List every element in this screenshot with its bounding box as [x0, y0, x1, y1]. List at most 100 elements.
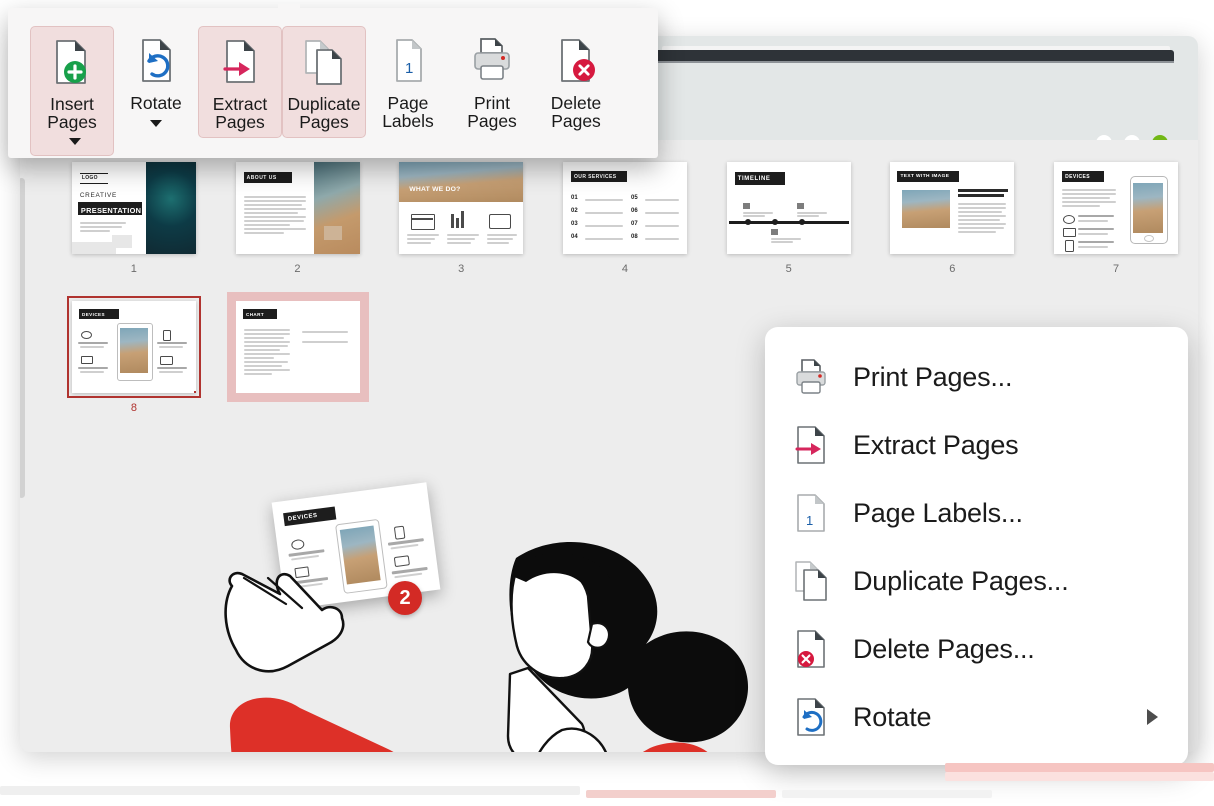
- menu-item-duplicate-pages[interactable]: Duplicate Pages...: [765, 547, 1188, 615]
- chevron-down-icon[interactable]: [68, 138, 81, 146]
- page-tools-ribbon: Insert Pages Rotate Extract Pages Duplic…: [8, 4, 658, 158]
- thumbnail-page-2[interactable]: ABOUT US 2: [216, 162, 380, 275]
- thumbnail-frame[interactable]: TEXT WITH IMAGE: [890, 162, 1015, 254]
- printer-icon: [469, 34, 515, 90]
- ribbon-label-line1: Extract: [212, 94, 268, 114]
- thumb-title: TEXT WITH IMAGE: [900, 174, 950, 179]
- thumbnail-frame[interactable]: CHART: [236, 301, 360, 393]
- page-delete-icon: [793, 629, 839, 669]
- thumbnail-frame[interactable]: DEVICES: [1054, 162, 1179, 254]
- chevron-right-icon: [1147, 709, 1158, 725]
- ribbon-button-page-labels[interactable]: 1 Page Labels: [366, 26, 450, 136]
- thumbnail-number: 2: [294, 263, 301, 275]
- ribbon-label-line1: Delete: [550, 93, 602, 113]
- secondary-window-edge: [654, 46, 1174, 63]
- menu-item-label: Page Labels...: [853, 497, 1023, 528]
- menu-item-page-labels[interactable]: 1 Page Labels...: [765, 479, 1188, 547]
- menu-item-extract-pages[interactable]: Extract Pages: [765, 411, 1188, 479]
- ribbon-button-label: Page Labels: [382, 94, 434, 130]
- thumbnail-frame[interactable]: TIMELINE: [726, 162, 851, 254]
- vertical-scrollbar[interactable]: [20, 178, 25, 498]
- thumbnail-page-5[interactable]: TIMELINE 5: [707, 162, 871, 275]
- ribbon-label-line1: Rotate: [130, 93, 182, 113]
- thumbnail-page-3[interactable]: WHAT WE DO? 3: [379, 162, 543, 275]
- ribbon-button-label: Insert Pages: [47, 95, 97, 149]
- thumbnail-page-1[interactable]: LOGO CREATIVE PRESENTATION 1: [52, 162, 216, 275]
- ribbon-button-duplicate-pages[interactable]: Duplicate Pages: [282, 26, 366, 139]
- ribbon-label-line1: Insert: [50, 94, 94, 114]
- page-rotate-icon: [134, 34, 178, 90]
- ribbon-label-line1: Print: [474, 93, 510, 113]
- thumb-title: WHAT WE DO?: [409, 186, 461, 193]
- svg-text:1: 1: [405, 60, 413, 77]
- thumbnail-frame[interactable]: LOGO CREATIVE PRESENTATION: [71, 162, 196, 254]
- menu-item-label: Rotate: [853, 701, 932, 732]
- thumbnail-number: 7: [1113, 263, 1120, 275]
- thumb-title: DEVICES: [1065, 174, 1090, 180]
- ribbon-button-print-pages[interactable]: Print Pages: [450, 26, 534, 136]
- decor-bar-pink-2: [945, 772, 1214, 781]
- thumbnail-number: 1: [130, 263, 138, 275]
- ribbon-button-label: Duplicate Pages: [288, 95, 361, 131]
- ribbon-label-line2: Pages: [551, 111, 601, 132]
- menu-item-print-pages[interactable]: Print Pages...: [765, 343, 1188, 411]
- page-arrow-icon: [218, 35, 262, 91]
- list-number: 04: [571, 234, 578, 240]
- thumbnail-frame[interactable]: ABOUT US: [235, 162, 360, 254]
- money-icon: [489, 214, 512, 229]
- decor-bar-pink-1: [945, 763, 1214, 772]
- ribbon-label-line2: Pages: [299, 112, 349, 133]
- menu-item-label: Extract Pages: [853, 429, 1019, 460]
- page-rotate-icon: [793, 697, 839, 737]
- page-number-icon: 1: [386, 34, 430, 90]
- menu-item-rotate[interactable]: Rotate: [765, 683, 1188, 751]
- page-duplicate-icon: [793, 561, 839, 601]
- money-icon: [160, 356, 173, 365]
- phone-icon: [1065, 240, 1075, 252]
- chevron-down-icon[interactable]: [150, 120, 162, 128]
- page-plus-icon: [50, 35, 94, 91]
- ribbon-label-line2: Pages: [467, 111, 517, 132]
- thumbnail-frame[interactable]: OUR SERVICES 01 02 03 04 05 06 07 08: [563, 162, 688, 254]
- thumbnail-number: 6: [949, 263, 956, 275]
- ribbon-button-rotate[interactable]: Rotate: [114, 26, 198, 137]
- decor-bar-gray-1: [0, 786, 580, 795]
- list-number: 08: [631, 234, 638, 240]
- thumb-title: CHART: [246, 311, 265, 317]
- bike-icon: [1063, 215, 1076, 224]
- ribbon-button-delete-pages[interactable]: Delete Pages: [534, 26, 618, 136]
- thumbnail-page-6[interactable]: TEXT WITH IMAGE 6: [871, 162, 1035, 275]
- mail-icon: [1063, 228, 1077, 237]
- thumbnail-number: 5: [785, 263, 792, 275]
- page-number-icon: 1: [793, 493, 839, 533]
- mail-icon: [81, 356, 93, 364]
- thumbnail-number: 4: [621, 263, 629, 275]
- thumb-title: DEVICES: [82, 311, 105, 317]
- thumbnail-page-4[interactable]: OUR SERVICES 01 02 03 04 05 06 07 08 4: [543, 162, 707, 275]
- phone-icon: [163, 330, 171, 341]
- context-menu: Print Pages... Extract Pages 1 Page Labe…: [765, 327, 1188, 765]
- menu-item-label: Duplicate Pages...: [853, 565, 1069, 596]
- menu-item-label: Delete Pages...: [853, 633, 1035, 664]
- thumbnail-page-8[interactable]: DEVICES 8: [52, 296, 216, 414]
- thumbnail-page-7[interactable]: DEVICES 7: [1034, 162, 1198, 275]
- menu-item-delete-pages[interactable]: Delete Pages...: [765, 615, 1188, 683]
- ribbon-button-label: Extract Pages: [213, 95, 267, 131]
- thumb-title: ABOUT US: [246, 175, 277, 181]
- list-number: 01: [571, 195, 578, 201]
- screenshot-stage: LOGO CREATIVE PRESENTATION 1 ABOUT US 2 …: [0, 0, 1214, 806]
- thumbnail-frame[interactable]: WHAT WE DO?: [399, 162, 524, 254]
- ribbon-button-extract-pages[interactable]: Extract Pages: [198, 26, 282, 139]
- selection-handle[interactable]: [194, 391, 196, 393]
- ribbon-button-label: Delete Pages: [551, 94, 602, 130]
- thumb-heading: PRESENTATION: [80, 205, 142, 215]
- thumbnail-frame[interactable]: DEVICES: [67, 296, 201, 398]
- ribbon-button-insert-pages[interactable]: Insert Pages: [30, 26, 114, 157]
- thumb-subtitle: CREATIVE: [79, 192, 117, 199]
- ribbon-button-label: Print Pages: [467, 94, 517, 130]
- thumb-title: TIMELINE: [737, 175, 771, 182]
- ribbon-button-label: Rotate: [130, 94, 182, 131]
- page-arrow-icon: [793, 425, 839, 465]
- svg-text:1: 1: [806, 513, 813, 528]
- thumbnail-page-chart[interactable]: CHART: [216, 301, 380, 414]
